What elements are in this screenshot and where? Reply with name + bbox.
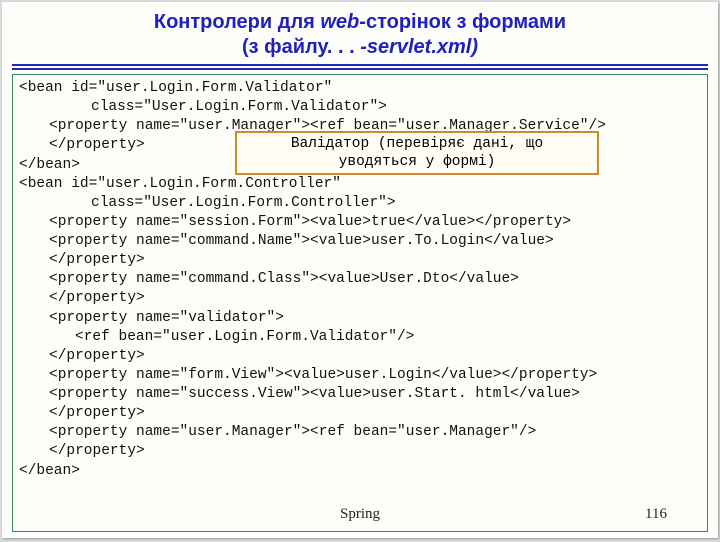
callout-box: Валідатор (перевіряє дані, що уводяться …: [235, 131, 599, 175]
code-line: </property>: [19, 347, 145, 366]
code-line: <bean id="user.Login.Form.Validator": [19, 79, 701, 98]
slide: Контролери для web-сторінок з формами (з…: [2, 2, 718, 538]
callout-line1: Валідатор (перевіряє дані, що: [291, 136, 543, 152]
code-line: <bean id="user.Login.Form.Controller": [19, 175, 701, 194]
footer-label: Spring: [13, 505, 707, 525]
code-line: <property name="validator">: [19, 309, 284, 328]
code-line: <property name="command.Class"><value>Us…: [19, 270, 519, 289]
title-line2-b: -servlet.xml): [360, 36, 478, 58]
divider: [12, 64, 708, 70]
title-line1-c: -сторінок з формами: [359, 11, 566, 33]
callout-line2: уводяться у формі): [339, 154, 496, 170]
code-block: <bean id="user.Login.Form.Validator" cla…: [12, 74, 708, 532]
slide-title: Контролери для web-сторінок з формами (з…: [2, 2, 718, 60]
code-line: </property>: [19, 404, 145, 423]
code-line: <property name="success.View"><value>use…: [19, 385, 580, 404]
code-line: </property>: [19, 289, 145, 308]
code-line: class="User.Login.Form.Controller">: [19, 194, 396, 213]
code-line: <property name="session.Form"><value>tru…: [19, 213, 571, 232]
code-line: </property>: [19, 136, 145, 155]
code-line: </bean>: [19, 462, 701, 481]
code-line: </property>: [19, 442, 145, 461]
code-line: <ref bean="user.Login.Form.Validator"/>: [19, 328, 414, 347]
page-number: 116: [645, 505, 667, 525]
title-line1-b: web: [320, 11, 359, 33]
code-line: class="User.Login.Form.Validator">: [19, 98, 387, 117]
code-line: </property>: [19, 251, 145, 270]
code-line: <property name="command.Name"><value>use…: [19, 232, 554, 251]
title-line2-a: (з файлу. . .: [242, 36, 360, 58]
code-line: <property name="user.Manager"><ref bean=…: [19, 423, 536, 442]
title-line1-a: Контролери для: [154, 11, 321, 33]
code-line: <property name="form.View"><value>user.L…: [19, 366, 597, 385]
